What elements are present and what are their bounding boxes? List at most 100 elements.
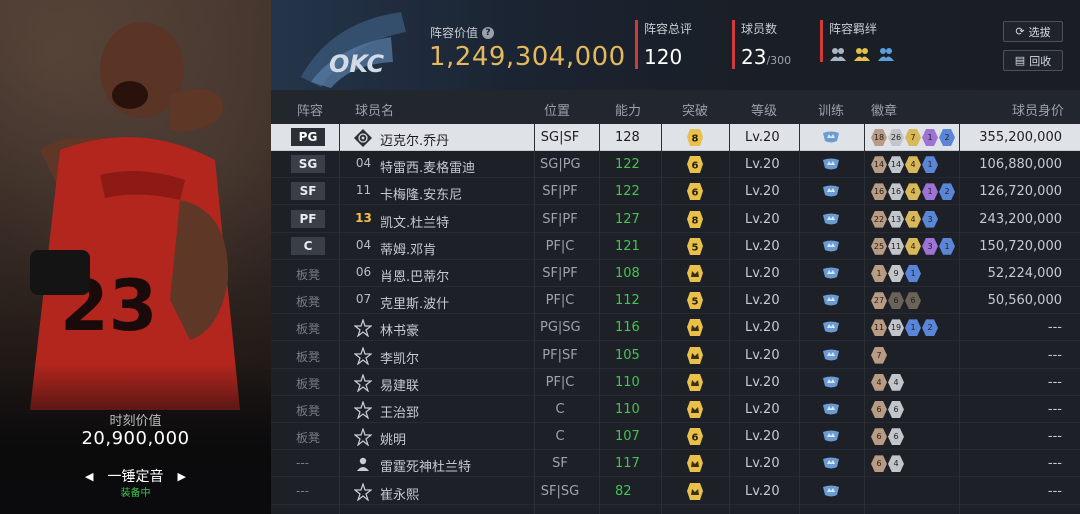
moment-card[interactable]: 23 时刻价值 20,900,000 ◀ 一锤定音 ▶ 装备中 <box>0 0 271 514</box>
badge-icon: 9 <box>888 265 904 282</box>
lineup-position-badge: SF <box>291 182 325 201</box>
player-position: PF|C <box>545 293 575 309</box>
training-icon[interactable] <box>823 131 839 143</box>
next-arrow-icon[interactable]: ▶ <box>178 470 186 483</box>
lineup-status: 板凳 <box>296 268 321 282</box>
training-icon[interactable] <box>823 185 839 197</box>
training-icon[interactable] <box>823 485 839 497</box>
player-name[interactable]: 肖恩.巴蒂尔 <box>380 266 449 285</box>
badge-icon: 11 <box>871 319 887 337</box>
training-icon[interactable] <box>823 457 839 469</box>
player-name[interactable]: 崔永熙 <box>380 484 419 503</box>
badge-list[interactable]: 14 14 4 1 <box>871 156 939 174</box>
logo-text: OKC <box>329 50 384 78</box>
training-icon[interactable] <box>823 430 839 442</box>
badge-list[interactable]: 16 16 4 1 2 <box>871 183 956 201</box>
col-badges[interactable]: 徽章 <box>871 100 897 119</box>
lineup-status: 板凳 <box>296 295 321 310</box>
player-level: Lv.20 <box>745 184 780 200</box>
prev-arrow-icon[interactable]: ◀ <box>85 470 93 483</box>
player-level: Lv.20 <box>745 266 780 281</box>
help-icon[interactable]: ? <box>482 26 495 39</box>
player-value: 355,200,000 <box>979 130 1062 145</box>
moment-name: 一锤定音 <box>107 469 164 485</box>
training-icon[interactable] <box>823 294 839 306</box>
badge-list[interactable]: 66 <box>871 428 905 446</box>
training-icon[interactable] <box>823 158 839 170</box>
training-icon[interactable] <box>823 376 839 388</box>
badge-list[interactable]: 27 6 6 <box>871 292 922 310</box>
badge-icon: 1 <box>922 129 938 146</box>
player-value: 50,560,000 <box>987 293 1062 309</box>
training-icon[interactable] <box>823 349 839 361</box>
player-value: 126,720,000 <box>979 184 1062 200</box>
player-position: PF|C <box>545 238 575 254</box>
badge-list[interactable]: 22 13 4 3 <box>871 210 939 228</box>
badge-list[interactable]: 7 <box>871 346 888 364</box>
crown-icon <box>687 373 703 391</box>
bond-silver-icon[interactable] <box>829 46 847 62</box>
training-icon[interactable] <box>823 267 839 279</box>
player-name[interactable]: 蒂姆.邓肯 <box>380 239 436 258</box>
training-icon[interactable] <box>823 240 839 252</box>
badge-list[interactable]: 11 19 1 2 <box>871 319 939 337</box>
lineup-status: 板凳 <box>296 322 321 337</box>
badge-icon: 18 <box>871 129 887 146</box>
player-level: Lv.20 <box>745 130 780 145</box>
player-name[interactable]: 李凯尔 <box>380 348 419 367</box>
badge-icon: 7 <box>905 129 921 146</box>
player-ability: 107 <box>615 429 640 445</box>
bond-gold-icon[interactable] <box>853 46 871 62</box>
lineup-status: --- <box>296 456 309 471</box>
col-divider <box>661 124 662 514</box>
player-name[interactable]: 迈克尔.乔丹 <box>380 130 449 149</box>
player-name[interactable]: 林书豪 <box>380 320 419 339</box>
player-name[interactable]: 卡梅隆.安东尼 <box>380 184 462 203</box>
badge-list[interactable]: 44 <box>871 373 905 391</box>
badge-list[interactable]: 25 11 4 3 1 <box>871 237 956 255</box>
training-icon[interactable] <box>823 213 839 225</box>
jersey-number: 04 <box>355 156 372 171</box>
col-position[interactable]: 位置 <box>544 100 570 119</box>
training-icon[interactable] <box>823 321 839 333</box>
select-button[interactable]: ⟳ 选拔 <box>1003 21 1063 42</box>
badge-list[interactable]: 191 <box>871 265 922 282</box>
player-name[interactable]: 王治郅 <box>380 402 419 421</box>
player-value: --- <box>1047 320 1062 336</box>
player-position: SF|PF <box>542 211 578 227</box>
player-name[interactable]: 易建联 <box>380 375 419 394</box>
player-name[interactable]: 雷霆死神杜兰特 <box>380 456 471 475</box>
col-training[interactable]: 训练 <box>818 100 844 119</box>
col-divider <box>864 124 865 514</box>
bond-stat: 阵容羁绊 <box>820 20 895 62</box>
col-breakthrough[interactable]: 突破 <box>682 100 708 119</box>
lineup-status: 板凳 <box>296 431 321 446</box>
badge-icon: 4 <box>905 156 921 174</box>
bond-label: 阵容羁绊 <box>829 22 878 36</box>
badge-list[interactable]: 66 <box>871 401 905 418</box>
badge-icon: 6 <box>871 428 887 446</box>
badge-list[interactable]: 18 26 7 1 2 <box>871 129 956 146</box>
col-lineup[interactable]: 阵容 <box>297 100 323 119</box>
player-name[interactable]: 特雷西.麦格雷迪 <box>380 157 475 176</box>
badge-icon: 1 <box>922 156 938 174</box>
player-value: 150,720,000 <box>979 238 1062 254</box>
col-ability[interactable]: 能力 <box>615 100 641 119</box>
col-player-name[interactable]: 球员名 <box>355 100 394 119</box>
badge-icon: 4 <box>905 210 921 228</box>
badge-icon: 22 <box>871 210 887 228</box>
player-name[interactable]: 凯文.杜兰特 <box>380 212 449 231</box>
recycle-button[interactable]: ▤ 回收 <box>1003 50 1063 71</box>
badge-list[interactable]: 64 <box>871 455 905 473</box>
player-name[interactable]: 克里斯.波什 <box>380 293 449 312</box>
roster-table: 阵容 球员名 位置 能力 突破 等级 训练 徽章 球员身价 PG 迈克尔.乔丹 SG… <box>271 90 1080 514</box>
player-level: Lv.20 <box>745 320 780 336</box>
player-name[interactable]: 姚明 <box>380 429 406 448</box>
col-level[interactable]: 等级 <box>751 100 777 119</box>
lineup-header: OKC 阵容价值 ? 1,249,304,000 阵容总评 120 球员数 23… <box>271 0 1080 90</box>
bond-blue-icon[interactable] <box>877 46 895 62</box>
badge-icon: 11 <box>888 237 904 255</box>
col-player-value[interactable]: 球员身价 <box>1012 100 1064 119</box>
training-icon[interactable] <box>823 403 839 415</box>
breakthrough-badge: 8 <box>687 210 703 228</box>
